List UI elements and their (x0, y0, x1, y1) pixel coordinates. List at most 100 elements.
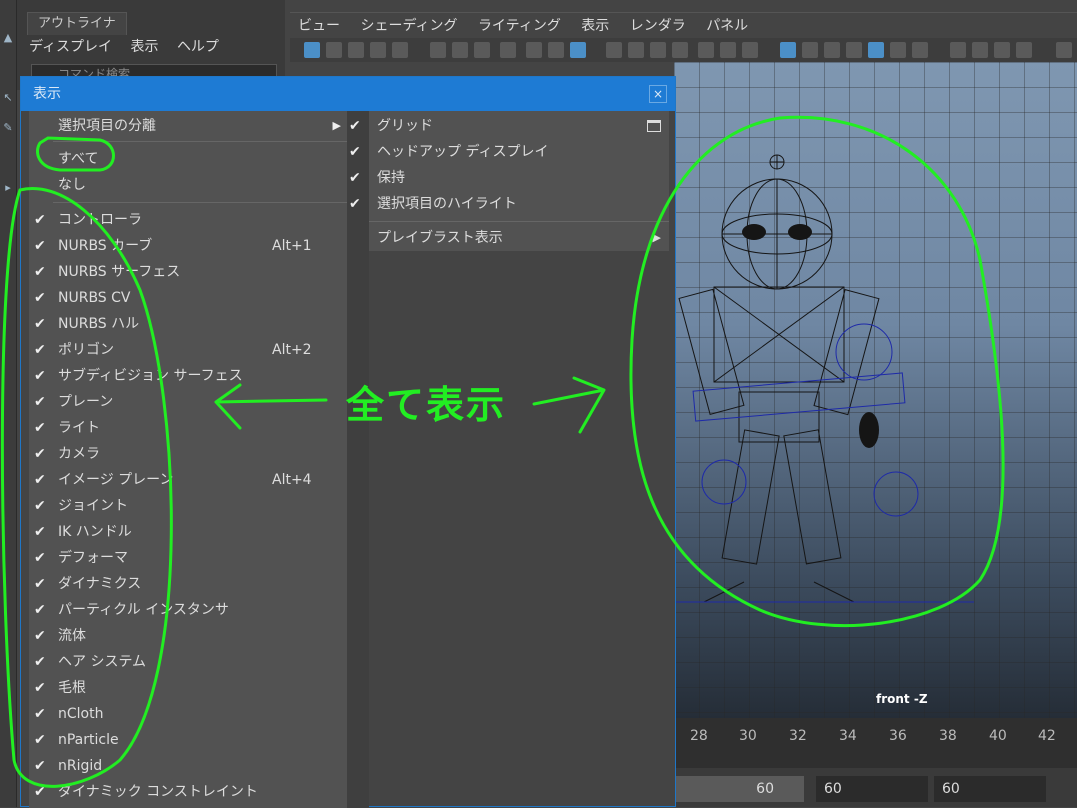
bookmark-flag-icon[interactable] (500, 42, 516, 58)
menu-renderer[interactable]: レンダラ (630, 13, 686, 39)
show-none-item[interactable]: なし (29, 172, 347, 198)
dialog-title-bar[interactable]: 表示 × (21, 77, 675, 111)
show-checkbox-item[interactable]: ✔ サブディビジョン サーフェス (29, 363, 347, 389)
selection-highlight-item[interactable]: ✔ 選択項目のハイライト (349, 191, 669, 217)
menu-item-label: IK ハンドル (58, 524, 132, 540)
menu-item-label: イメージ プレーン (58, 472, 174, 488)
select-tool-icon[interactable]: ▲ (2, 30, 14, 46)
show-checkbox-item[interactable]: ✔ nRigid (29, 753, 347, 779)
show-checkbox-item[interactable]: ✔ 流体 (29, 623, 347, 649)
viewport[interactable]: front -Z (674, 62, 1077, 718)
xray-active-icon[interactable] (994, 42, 1010, 58)
menu-shading[interactable]: シェーディング (360, 13, 457, 39)
isolate-select-icon[interactable] (950, 42, 966, 58)
animation-end-field[interactable]: 60 (816, 776, 928, 802)
check-icon: ✔ (349, 118, 361, 134)
camera-track-icon[interactable] (474, 42, 490, 58)
wireframe-icon[interactable] (780, 42, 796, 58)
lights-icon[interactable] (890, 42, 906, 58)
image-plane-icon[interactable] (370, 42, 386, 58)
show-checkbox-item[interactable]: ✔ ダイナミック コンストレイント (29, 779, 347, 805)
xray-joints-icon[interactable] (972, 42, 988, 58)
playblast-display-item[interactable]: プレイブラスト表示 ▶ (369, 225, 669, 251)
show-checkbox-item[interactable]: ✔ NURBS ハル (29, 311, 347, 337)
pivot-icon[interactable] (548, 42, 564, 58)
menu-item-label: ダイナミック コンストレイント (58, 784, 258, 800)
show-checkbox-item[interactable]: ✔ ジョイント (29, 493, 347, 519)
range-slider: 60 60 60 (674, 768, 1077, 807)
grease-pencil-icon[interactable] (570, 42, 586, 58)
timeline-tick: 36 (889, 728, 907, 744)
outliner-menu-display[interactable]: ディスプレイ (29, 39, 112, 55)
time-slider[interactable]: 28 30 32 34 36 38 40 42 (674, 718, 1077, 768)
move-tool-icon[interactable]: ▸ (2, 180, 14, 196)
gate-mask-icon[interactable] (672, 42, 688, 58)
bookmark-icon[interactable] (348, 42, 364, 58)
menu-view[interactable]: ビュー (298, 13, 340, 39)
show-checkbox-item[interactable]: ✔ パーティクル インスタンサ (29, 597, 347, 623)
show-checkbox-item[interactable]: ✔ nParticle (29, 727, 347, 753)
show-checkbox-item[interactable]: ✔ ライト (29, 415, 347, 441)
field-chart-icon[interactable] (698, 42, 714, 58)
show-checkbox-item[interactable]: ✔ IK ハンドル (29, 519, 347, 545)
show-checkbox-item[interactable]: ✔ カメラ (29, 441, 347, 467)
show-checkbox-item[interactable]: ✔ NURBS カーブ Alt+1 (29, 233, 347, 259)
resolution-gate-icon[interactable] (650, 42, 666, 58)
lock-camera-icon[interactable] (452, 42, 468, 58)
range-end-field[interactable]: 60 (674, 776, 804, 802)
shortcut-label: Alt+4 (272, 472, 312, 488)
show-checkbox-item[interactable]: ✔ NURBS サーフェス (29, 259, 347, 285)
show-checkbox-item[interactable]: ✔ イメージ プレーン Alt+4 (29, 467, 347, 493)
show-checkbox-item[interactable]: ✔ 毛根 (29, 675, 347, 701)
check-icon: ✔ (34, 550, 46, 566)
film-gate-icon[interactable] (628, 42, 644, 58)
camera-gate-icon[interactable] (1016, 42, 1032, 58)
panel-settings-icon[interactable] (1056, 42, 1072, 58)
check-icon: ✔ (34, 498, 46, 514)
camera-icon[interactable] (430, 42, 446, 58)
outliner-menu-help[interactable]: ヘルプ (177, 39, 219, 55)
check-icon: ✔ (34, 368, 46, 384)
show-all-item[interactable]: すべて (29, 146, 347, 172)
show-checkbox-item[interactable]: ✔ nCloth (29, 701, 347, 727)
shadows-icon[interactable] (912, 42, 928, 58)
check-icon: ✔ (34, 654, 46, 670)
option-box-icon[interactable] (647, 120, 661, 132)
two-d-pan-icon[interactable] (392, 42, 408, 58)
show-checkbox-item[interactable]: ✔ デフォーマ (29, 545, 347, 571)
isolate-select-item[interactable]: 選択項目の分離 ▶ (29, 113, 347, 139)
xray-icon[interactable] (868, 42, 884, 58)
menu-item-label: NURBS サーフェス (58, 264, 181, 280)
close-icon[interactable]: × (649, 85, 667, 103)
smooth-shade-icon[interactable] (802, 42, 818, 58)
default-material-icon[interactable] (824, 42, 840, 58)
menu-panels[interactable]: パネル (706, 13, 748, 39)
hold-outs-item[interactable]: ✔ 保持 (349, 165, 669, 191)
show-checkbox-item[interactable]: ✔ NURBS CV (29, 285, 347, 311)
show-checkbox-item[interactable]: ✔ ポリゴン Alt+2 (29, 337, 347, 363)
safe-title-icon[interactable] (742, 42, 758, 58)
gate-icon[interactable] (526, 42, 542, 58)
shortcut-label: Alt+1 (272, 238, 312, 254)
outliner-menu-show[interactable]: 表示 (130, 39, 158, 55)
safe-action-icon[interactable] (720, 42, 736, 58)
show-checkbox-item[interactable]: ✔ ダイナミクス (29, 571, 347, 597)
paint-tool-icon[interactable]: ✎ (2, 120, 14, 136)
check-icon: ✔ (34, 342, 46, 358)
menu-separator (369, 221, 669, 222)
grid-toggle-icon[interactable] (606, 42, 622, 58)
lasso-tool-icon[interactable]: ↖ (2, 90, 14, 106)
grid-item[interactable]: ✔ グリッド (349, 113, 669, 139)
show-checkbox-item[interactable]: ✔ コントローラ (29, 207, 347, 233)
select-camera-icon[interactable] (304, 42, 320, 58)
menu-show[interactable]: 表示 (581, 13, 609, 39)
hud-item[interactable]: ✔ ヘッドアップ ディスプレイ (349, 139, 669, 165)
show-checkbox-item[interactable]: ✔ ヘア システム (29, 649, 347, 675)
playback-end-field[interactable]: 60 (934, 776, 1046, 802)
outliner-tab[interactable]: アウトライナ (27, 12, 127, 35)
show-checkbox-item[interactable]: ✔ プレーン (29, 389, 347, 415)
menu-item-label: サブディビジョン サーフェス (58, 368, 243, 384)
camera-attributes-icon[interactable] (326, 42, 342, 58)
wireframe-on-shaded-icon[interactable] (846, 42, 862, 58)
menu-lighting[interactable]: ライティング (478, 13, 561, 39)
